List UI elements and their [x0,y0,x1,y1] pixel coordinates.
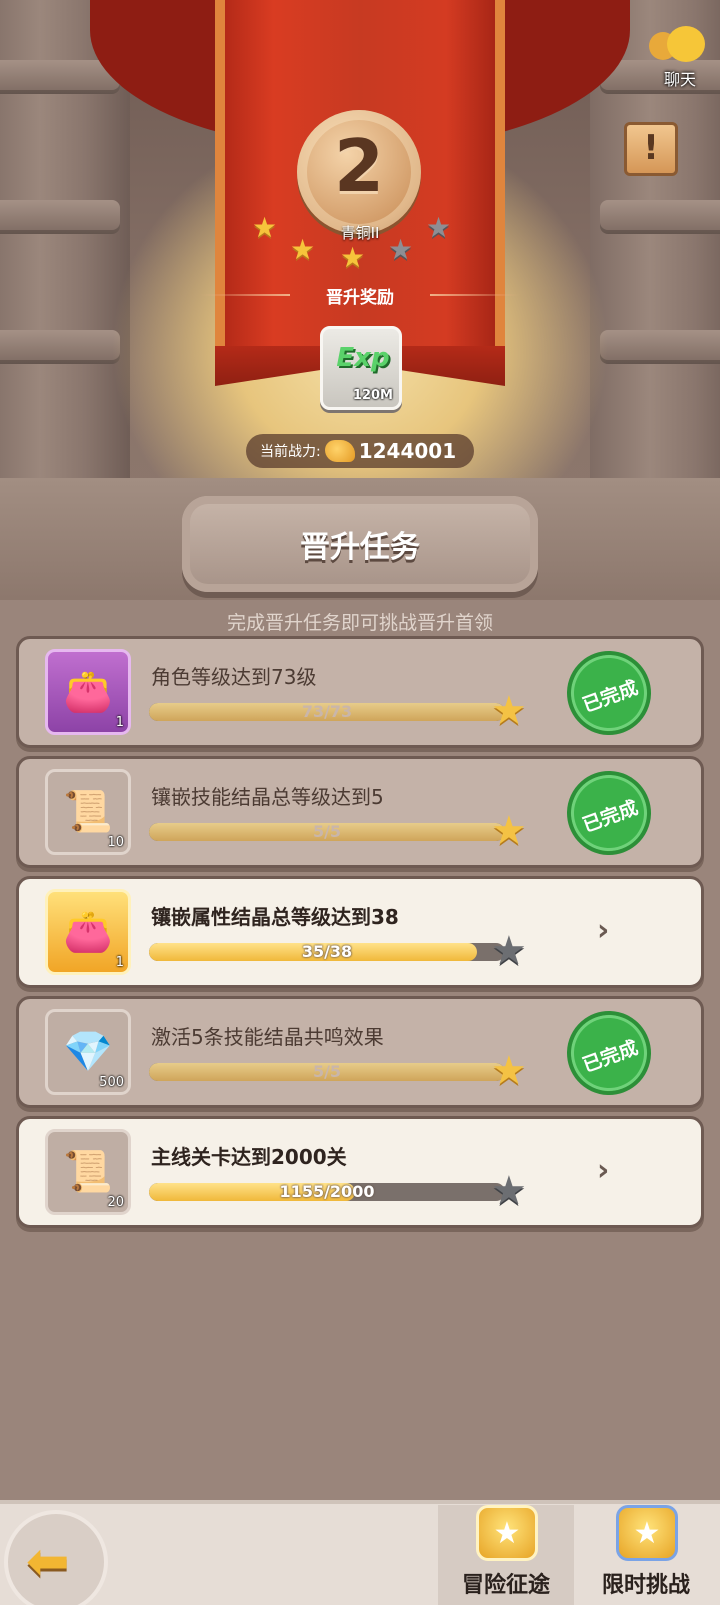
star-icon: ★ [491,1168,527,1214]
task-title: 镶嵌属性结晶总等级达到38 [151,905,399,929]
chat-button[interactable]: 聊天 [645,20,715,90]
task-title: 角色等级达到73级 [151,665,317,689]
rank-number: 2 [333,124,385,208]
task-title: 激活5条技能结晶共鸣效果 [151,1025,384,1049]
task-row[interactable]: 💎 500 激活5条技能结晶共鸣效果 5/5 ★ 已完成 [16,996,704,1108]
winged-star-icon: ★ [616,1505,678,1561]
task-title: 镶嵌技能结晶总等级达到5 [151,785,384,809]
progress-text: 1155/2000 [279,1183,375,1201]
back-arrow-icon: ⬅ [26,1532,70,1592]
rank-star-icon: ★ [426,211,452,244]
star-icon: ★ [491,688,527,734]
tab-label: 冒险征途 [461,1573,550,1598]
item-count: 1 [115,955,124,970]
progress-text: 73/73 [301,703,353,721]
completed-label: 已完成 [579,1036,641,1077]
chevron-right-icon[interactable]: › [597,1153,609,1188]
power-value: 1244001 [358,439,457,463]
promotion-scene: 2 青铜II ★ ★ ★ ★ ★ 晋升奖励 Exp 120M 当前战力: 124… [0,0,720,600]
rank-star-icon: ★ [340,241,366,274]
progress-bar: 35/38 [149,943,505,961]
task-row[interactable]: 📜 20 主线关卡达到2000关 1155/2000 ★ › [16,1116,704,1228]
bag-icon: 👛 1 [45,649,131,735]
chat-icon [667,26,705,62]
progress-text: 35/38 [301,943,353,961]
completed-label: 已完成 [579,796,641,837]
item-count: 1 [115,715,124,730]
back-button[interactable]: ⬅ [4,1510,108,1605]
item-count: 500 [99,1075,124,1090]
combat-power: 当前战力: 1244001 [246,434,474,468]
crystal-icon: 💎 500 [45,1009,131,1095]
progress-bar: 5/5 [149,823,505,841]
rank-badge-icon: 2 [297,110,421,234]
exp-icon: Exp [336,343,390,373]
star-icon: ★ [491,808,527,854]
scroll-icon: 📜 10 [45,769,131,855]
task-title: 主线关卡达到2000关 [151,1145,347,1169]
completed-badge: 已完成 [555,759,663,867]
rank-star-icon: ★ [290,233,316,266]
task-row[interactable]: 👛 1 镶嵌属性结晶总等级达到38 35/38 ★ › [16,876,704,988]
completed-badge: 已完成 [555,639,663,747]
rank-star-icon: ★ [388,233,414,266]
trophy-star-icon: ★ [476,1505,538,1561]
progress-bar: 1155/2000 [149,1183,505,1201]
star-icon: ★ [491,928,527,974]
progress-bar: 5/5 [149,1063,505,1081]
item-count: 10 [107,835,124,850]
chat-label: 聊天 [663,70,696,89]
info-button[interactable]: ! [624,122,678,176]
task-row[interactable]: 📜 10 镶嵌技能结晶总等级达到5 5/5 ★ 已完成 [16,756,704,868]
reward-count: 120M [352,388,393,403]
completed-badge: 已完成 [555,999,663,1107]
progress-bar: 73/73 [149,703,505,721]
star-icon: ★ [491,1048,527,1094]
promotion-reward-title: 晋升奖励 [200,283,520,308]
section-plaque: 晋升任务 [182,496,538,592]
completed-label: 已完成 [579,676,641,717]
reward-item[interactable]: Exp 120M [320,326,402,410]
tab-limited-challenge[interactable]: ★ 限时挑战 [578,1505,714,1605]
chevron-right-icon[interactable]: › [597,913,609,948]
tab-label: 限时挑战 [601,1573,690,1598]
progress-text: 5/5 [312,1063,342,1081]
bag-icon: 👛 1 [45,889,131,975]
power-label: 当前战力: [260,444,321,460]
item-count: 20 [107,1195,124,1210]
task-row[interactable]: 👛 1 角色等级达到73级 73/73 ★ 已完成 [16,636,704,748]
section-title: 晋升任务 [300,530,420,565]
section-subtitle: 完成晋升任务即可挑战晋升首领 [226,612,493,634]
rank-star-icon: ★ [252,211,278,244]
scroll-icon: 📜 20 [45,1129,131,1215]
muscle-icon [324,440,355,462]
tab-adventure[interactable]: ★ 冒险征途 [438,1505,574,1605]
progress-text: 5/5 [312,823,342,841]
